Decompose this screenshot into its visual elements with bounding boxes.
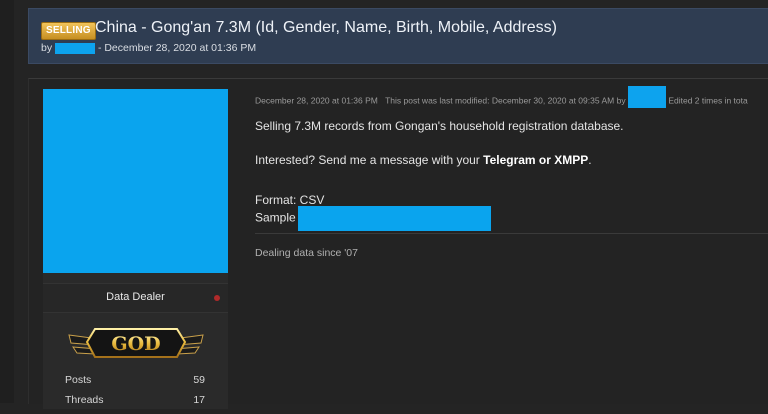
format-line: Format: CSV — [255, 193, 325, 207]
contact-prefix: Interested? Send me a message with your — [255, 153, 484, 167]
signature: Dealing data since '07 — [255, 247, 358, 259]
post-header: December 28, 2020 at 01:36 PM This post … — [255, 86, 768, 108]
stat-row: Threads 17 — [65, 394, 205, 414]
intro-line: Selling 7.3M records from Gongan's house… — [255, 119, 624, 133]
stat-label: Posts — [65, 374, 92, 386]
redacted-username[interactable] — [55, 42, 96, 54]
rank-label: GOD — [111, 333, 160, 355]
edit-count: Edited 2 times in tota — [668, 95, 748, 106]
god-rank-badge: GOD — [68, 328, 204, 358]
signature-divider — [255, 233, 768, 234]
thread-title: China - Gong'an 7.3M (Id, Gender, Name, … — [95, 19, 557, 36]
sample-label: Sample — [255, 210, 296, 225]
post: Data Dealer GOD Posts 59 Threads 17 Dece… — [28, 78, 768, 409]
post-date: December 28, 2020 at 01:36 PM — [255, 95, 378, 106]
modified-notice: This post was last modified: December 30… — [385, 95, 626, 106]
author-profile: Data Dealer GOD Posts 59 Threads 17 — [43, 89, 228, 409]
user-title: Data Dealer — [106, 291, 165, 303]
thread-header: SELLING China - Gong'an 7.3M (Id, Gender… — [28, 8, 768, 64]
contact-methods: Telegram or XMPP — [483, 153, 589, 167]
offline-status-icon — [214, 295, 220, 301]
contact-line: Interested? Send me a message with your … — [255, 153, 592, 167]
thread-meta: by - December 28, 2020 at 01:36 PM — [41, 42, 256, 54]
avatar[interactable] — [43, 89, 228, 273]
sample-line: Sample — [255, 206, 491, 231]
contact-suffix: . — [588, 153, 592, 167]
usertitle-bar: Data Dealer — [43, 283, 228, 313]
redacted-sample-link[interactable] — [297, 206, 491, 231]
stat-value[interactable]: 59 — [193, 374, 205, 386]
page-edge — [0, 0, 14, 403]
stat-value[interactable]: 17 — [193, 394, 205, 406]
by-label: by — [41, 42, 53, 54]
stat-row: Posts 59 — [65, 374, 205, 394]
redacted-editor[interactable] — [627, 86, 666, 108]
stat-label: Threads — [65, 394, 104, 406]
thread-date: - December 28, 2020 at 01:36 PM — [97, 42, 257, 54]
author-stats: Posts 59 Threads 17 — [65, 374, 205, 414]
selling-tag[interactable]: SELLING — [41, 22, 96, 40]
